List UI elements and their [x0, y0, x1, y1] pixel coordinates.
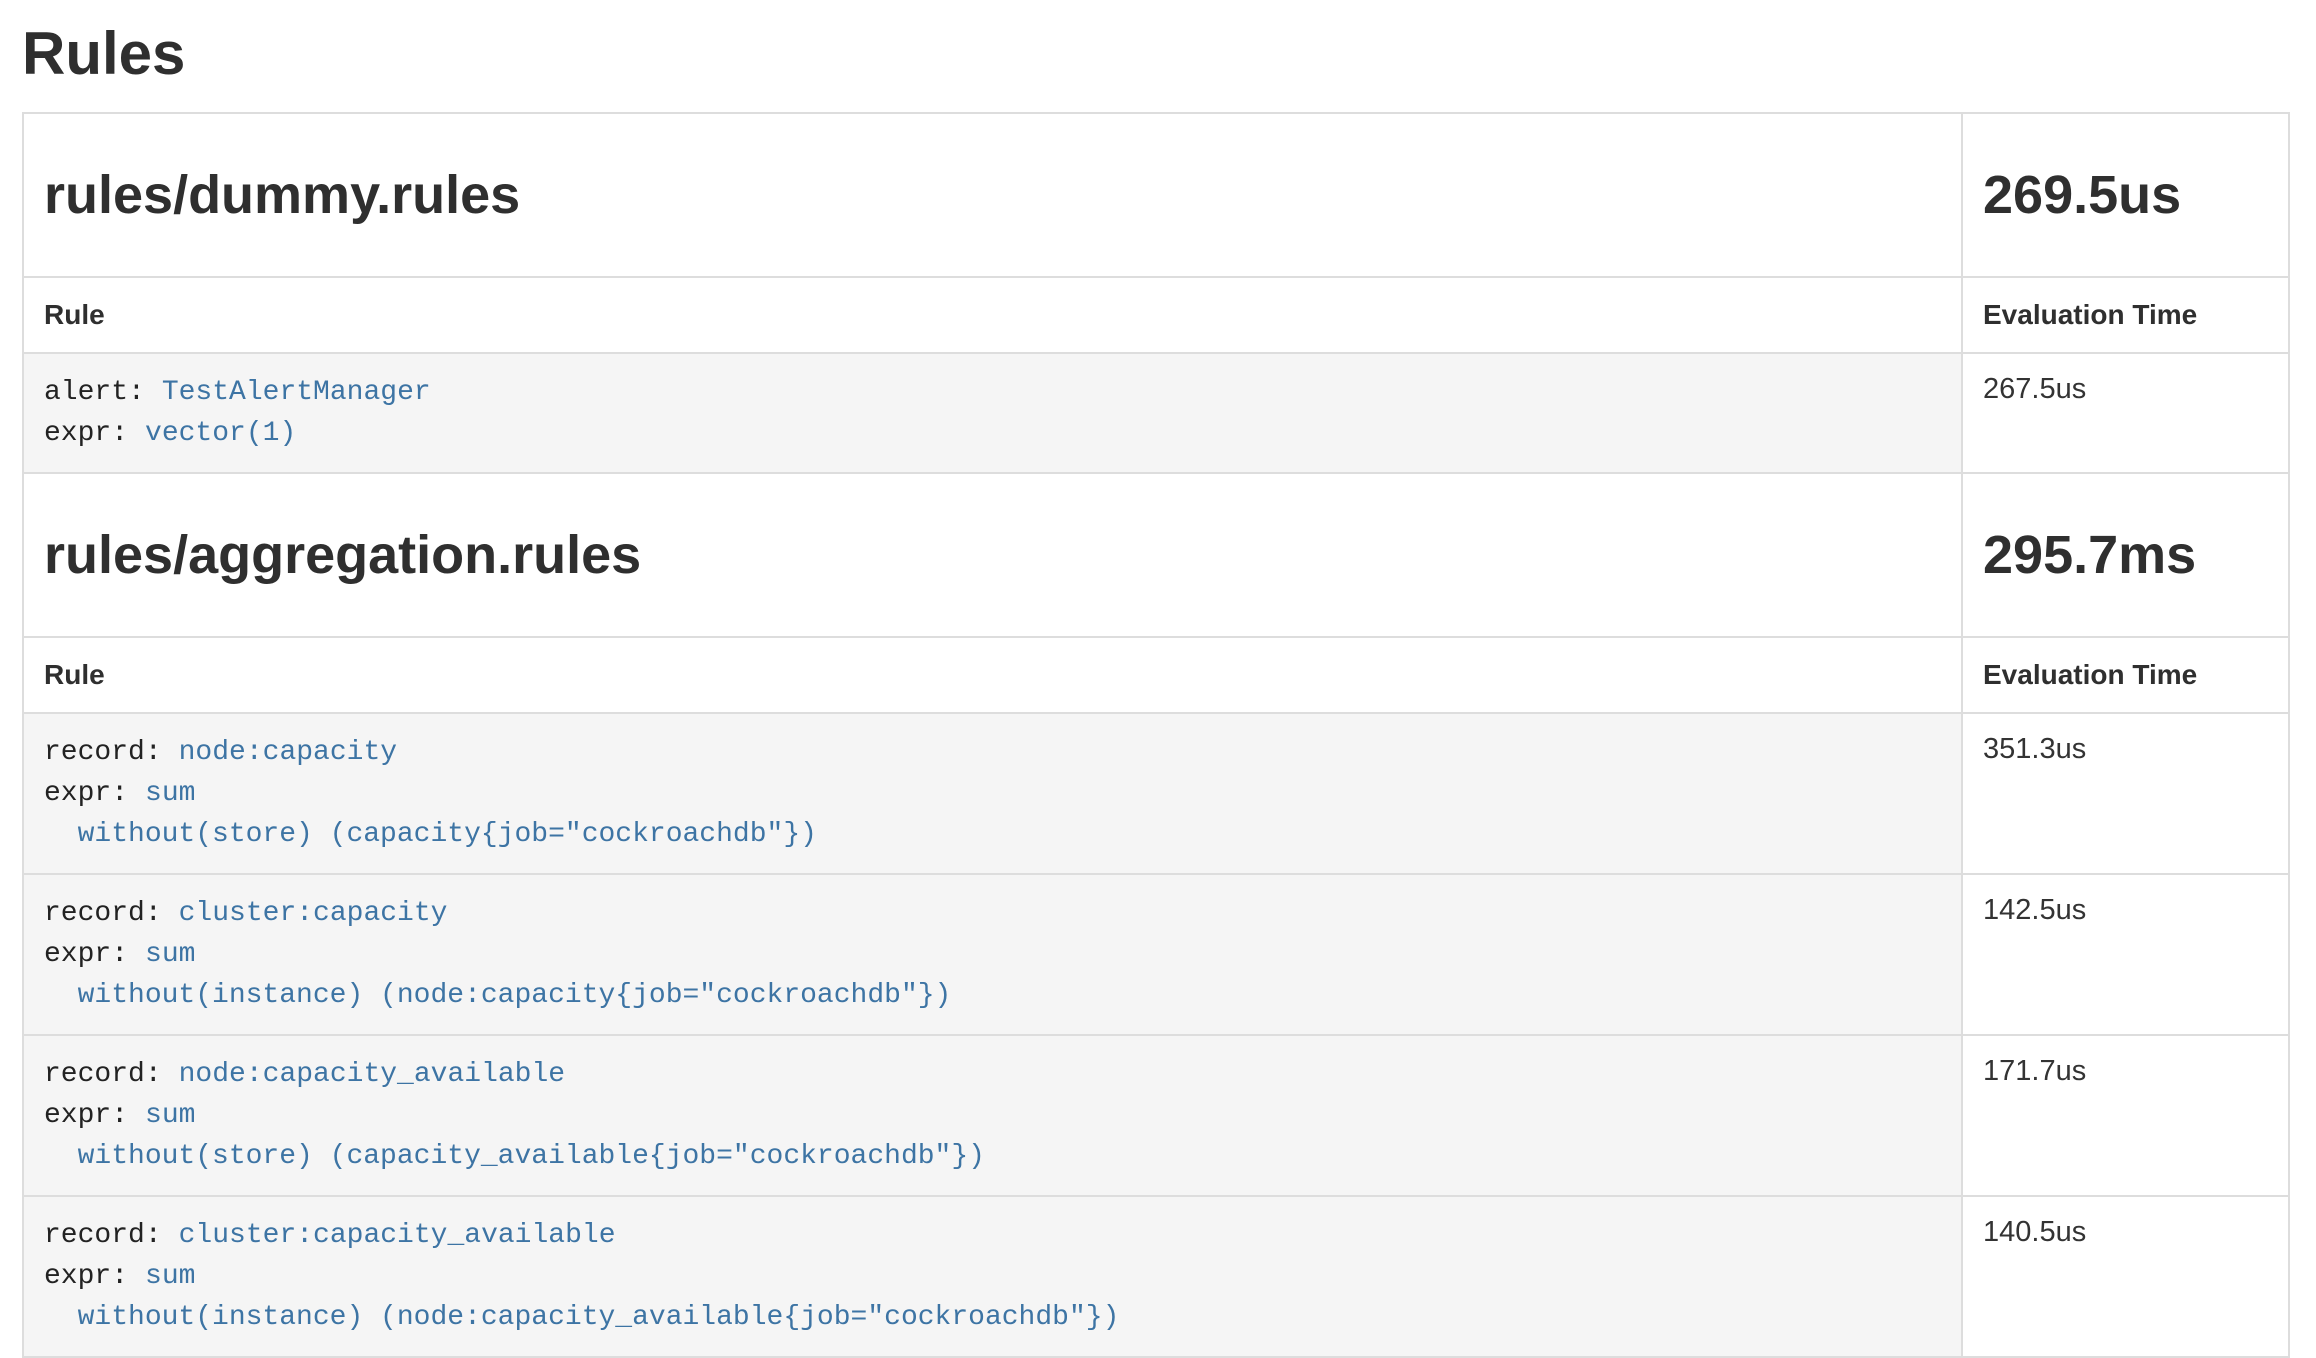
rule-definition-line: record: node:capacity: [44, 732, 1941, 773]
rule-definition-line: record: node:capacity_available: [44, 1054, 1941, 1095]
rule-row: record: node:capacity expr: sum without(st…: [23, 713, 2289, 874]
expr-keyword: expr:: [44, 1261, 128, 1292]
rule-evaluation-time: 267.5us: [1962, 353, 2289, 473]
group-file-title: rules/dummy.rules: [23, 113, 1962, 277]
expr-continuation-line: without(store) (capacity_available{job="…: [44, 1136, 1941, 1177]
column-header-row: Rule Evaluation Time: [23, 277, 2289, 353]
rule-keyword: record:: [44, 737, 162, 768]
expr-link[interactable]: without(store) (capacity{job="cockroachd…: [44, 819, 817, 850]
rule-keyword: record:: [44, 1059, 162, 1090]
expr-link[interactable]: sum: [145, 1261, 195, 1292]
group-header-row: rules/dummy.rules 269.5us: [23, 113, 2289, 277]
rule-definition-line: record: cluster:capacity: [44, 893, 1941, 934]
rule-code: record: node:capacity expr: sum without(st…: [44, 732, 1941, 855]
expr-keyword: expr:: [44, 939, 128, 970]
rule-evaluation-time: 140.5us: [1962, 1196, 2289, 1357]
group-evaluation-time: 269.5us: [1962, 113, 2289, 277]
expr-line: expr: sum: [44, 1095, 1941, 1136]
expr-link[interactable]: without(instance) (node:capacity_availab…: [44, 1302, 1119, 1333]
group-header-row: rules/aggregation.rules 295.7ms: [23, 473, 2289, 637]
rule-keyword: alert:: [44, 377, 145, 408]
rule-row: record: cluster:capacity expr: sum without…: [23, 874, 2289, 1035]
page-title: Rules: [22, 22, 2290, 86]
expr-keyword: expr:: [44, 418, 128, 449]
column-header-row: Rule Evaluation Time: [23, 637, 2289, 713]
expr-continuation-line: without(instance) (node:capacity{job="co…: [44, 975, 1941, 1016]
rule-code: record: cluster:capacity expr: sum without…: [44, 893, 1941, 1016]
expr-link[interactable]: vector(1): [145, 418, 296, 449]
rule-evaluation-time: 351.3us: [1962, 713, 2289, 874]
expr-keyword: expr:: [44, 1100, 128, 1131]
group-evaluation-time: 295.7ms: [1962, 473, 2289, 637]
expr-line: expr: vector(1): [44, 413, 1941, 454]
column-header-rule: Rule: [23, 637, 1962, 713]
alert-name-link[interactable]: TestAlertManager: [162, 377, 431, 408]
rule-code: record: cluster:capacity_available expr: s…: [44, 1215, 1941, 1338]
rule-row: alert: TestAlertManager expr: vector(1) 26…: [23, 353, 2289, 473]
rule-evaluation-time: 171.7us: [1962, 1035, 2289, 1196]
expr-link[interactable]: without(store) (capacity_available{job="…: [44, 1141, 985, 1172]
expr-line: expr: sum: [44, 1256, 1941, 1297]
rule-row: record:node:capacity_available expr:sum …: [23, 1035, 2289, 1196]
expr-line: expr: sum: [44, 773, 1941, 814]
expr-continuation-line: without(instance) (node:capacity_availab…: [44, 1297, 1941, 1338]
rule-row: record: cluster:capacity_available expr: s…: [23, 1196, 2289, 1357]
rule-keyword: record:: [44, 898, 162, 929]
rule-keyword: record:: [44, 1220, 162, 1251]
rule-cell: record: cluster:capacity_available expr: s…: [23, 1196, 1962, 1357]
rule-code: alert: TestAlertManager expr: vector(1): [44, 372, 1941, 454]
record-name-link[interactable]: node:capacity_available: [179, 1059, 565, 1090]
rule-cell: record:node:capacity_available expr:sum …: [23, 1035, 1962, 1196]
expr-line: expr: sum: [44, 934, 1941, 975]
expr-link[interactable]: sum: [145, 1100, 195, 1131]
column-header-evaluation-time: Evaluation Time: [1962, 637, 2289, 713]
record-name-link[interactable]: node:capacity: [179, 737, 397, 768]
rule-definition-line: alert: TestAlertManager: [44, 372, 1941, 413]
expr-link[interactable]: sum: [145, 939, 195, 970]
expr-link[interactable]: sum: [145, 778, 195, 809]
rule-cell: record: node:capacity expr: sum without(st…: [23, 713, 1962, 874]
rules-table: rules/dummy.rules 269.5us Rule Evaluatio…: [22, 112, 2290, 1358]
column-header-rule: Rule: [23, 277, 1962, 353]
record-name-link[interactable]: cluster:capacity: [179, 898, 448, 929]
rules-page: Rules rules/dummy.rules 269.5us Rule Eva…: [0, 22, 2316, 1358]
rule-cell: record: cluster:capacity expr: sum without…: [23, 874, 1962, 1035]
rule-evaluation-time: 142.5us: [1962, 874, 2289, 1035]
expr-link[interactable]: without(instance) (node:capacity{job="co…: [44, 980, 951, 1011]
rule-definition-line: record: cluster:capacity_available: [44, 1215, 1941, 1256]
rule-cell: alert: TestAlertManager expr: vector(1): [23, 353, 1962, 473]
group-file-title: rules/aggregation.rules: [23, 473, 1962, 637]
rule-code: record:node:capacity_available expr:sum …: [44, 1054, 1941, 1177]
expr-keyword: expr:: [44, 778, 128, 809]
column-header-evaluation-time: Evaluation Time: [1962, 277, 2289, 353]
expr-continuation-line: without(store) (capacity{job="cockroachd…: [44, 814, 1941, 855]
record-name-link[interactable]: cluster:capacity_available: [179, 1220, 616, 1251]
